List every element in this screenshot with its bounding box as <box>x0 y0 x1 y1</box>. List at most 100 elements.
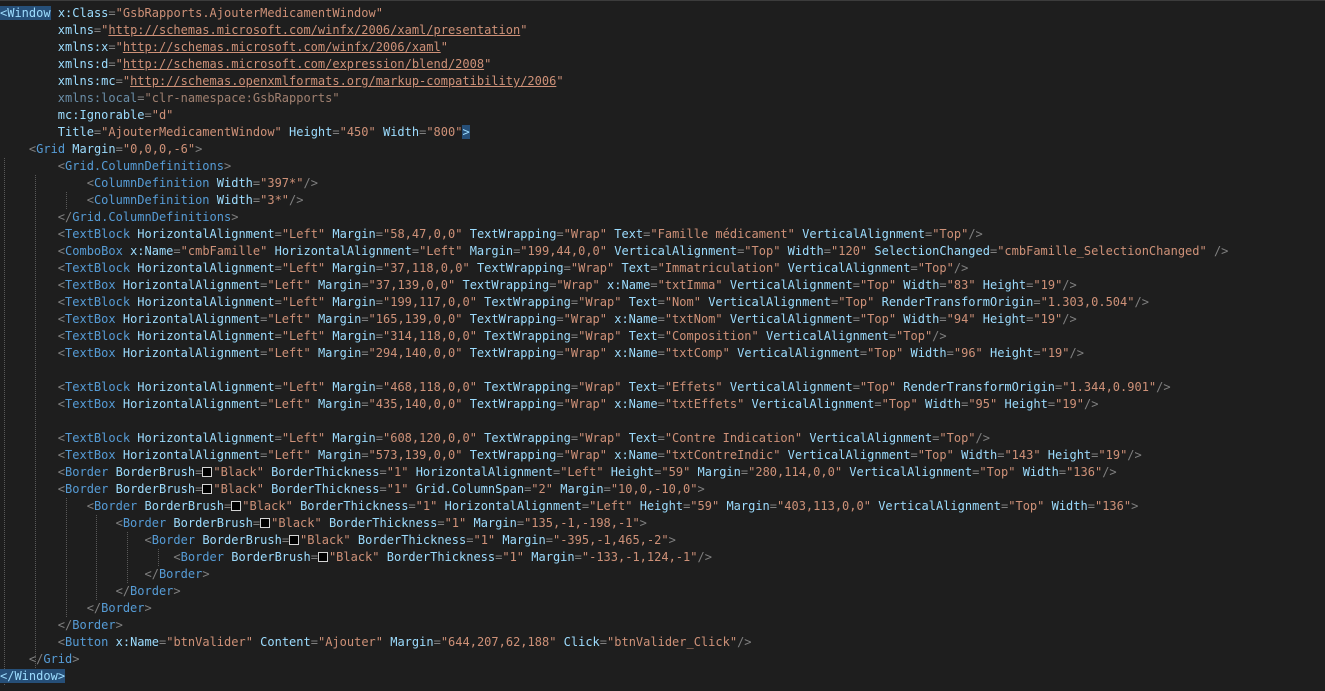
code-token: "Top" <box>939 431 976 445</box>
code-token: Border <box>93 499 138 513</box>
code-token: /> <box>968 227 983 241</box>
code-token: /> <box>932 329 947 343</box>
code-token: BorderBrush <box>231 550 311 564</box>
code-token: > <box>1131 499 1139 513</box>
code-token: Text <box>628 295 658 309</box>
code-token: = <box>910 448 918 462</box>
code-token: " <box>440 40 448 54</box>
code-token: > <box>57 669 66 683</box>
code-token: </ <box>86 601 102 615</box>
code-token: Margin <box>332 380 376 394</box>
code-token: HorizontalAlignment <box>122 397 261 411</box>
code-token: /> <box>303 176 318 190</box>
color-swatch-icon[interactable] <box>317 552 328 562</box>
code-token: "txtNom" <box>664 312 723 326</box>
code-token: TextWrapping <box>469 346 557 360</box>
code-token: "Contre Indication" <box>664 431 803 445</box>
code-line: Title="AjouterMedicamentWindow" Height="… <box>0 124 470 141</box>
code-token: BorderBrush <box>202 533 282 547</box>
code-token: > <box>72 652 80 666</box>
code-editor[interactable]: < Window x:Class = "GsbRapports.AjouterMedi… <box>0 0 1325 691</box>
code-token: < <box>57 380 66 394</box>
code-token: Text <box>628 380 658 394</box>
color-swatch-icon[interactable] <box>260 518 271 528</box>
code-token: Width <box>1022 465 1059 479</box>
code-token: "19" <box>1098 448 1128 462</box>
code-token: < <box>115 516 123 530</box>
code-token: /> <box>1134 295 1149 309</box>
color-swatch-icon[interactable] <box>231 501 242 511</box>
code-token: TextBlock <box>65 329 131 343</box>
code-token: TextBlock <box>65 380 131 394</box>
color-swatch-icon[interactable] <box>289 535 300 545</box>
code-line: xmlns:x="http://schemas.microsoft.com/wi… <box>0 39 448 56</box>
code-token: < <box>57 465 66 479</box>
code-token: VerticalAlignment <box>787 448 911 462</box>
code-token: Window <box>7 6 51 20</box>
code-token: "Black" <box>271 516 322 530</box>
code-token: "280,114,0,0" <box>748 465 843 479</box>
code-token: "txtImma" <box>657 278 723 292</box>
code-token: x:Name <box>607 278 651 292</box>
code-token: HorizontalAlignment <box>137 329 275 343</box>
code-token: Border <box>65 465 109 479</box>
code-token: "96" <box>953 346 983 360</box>
code-token: = <box>657 448 665 462</box>
code-token: Grid.ColumnDefinitions <box>72 210 232 224</box>
code-token: "19" <box>1033 312 1063 326</box>
code-token: </ <box>115 584 131 598</box>
code-token: = <box>108 57 116 71</box>
code-token: = <box>274 431 282 445</box>
code-token: "1.303,0.504" <box>1040 295 1135 309</box>
color-swatch-icon[interactable] <box>202 467 213 477</box>
code-token: " <box>115 57 123 71</box>
code-token: TextBlock <box>65 261 131 275</box>
code-token: "cmbFamille" <box>180 244 268 258</box>
code-token: = <box>433 635 441 649</box>
code-token: "Famille médicament" <box>650 227 795 241</box>
code-token: TextWrapping <box>462 278 550 292</box>
code-token: HorizontalAlignment <box>274 244 412 258</box>
code-token: HorizontalAlignment <box>444 499 582 513</box>
code-token: < <box>57 227 66 241</box>
code-token: VerticalAlignment <box>729 380 853 394</box>
code-token: < <box>173 550 181 564</box>
code-token: < <box>57 278 66 292</box>
color-swatch-icon[interactable] <box>202 484 213 494</box>
code-token: Window <box>14 669 58 683</box>
code-token: </ <box>0 669 15 683</box>
code-token: RenderTransformOrigin <box>903 380 1055 394</box>
code-token: Height <box>982 312 1027 326</box>
code-token: = <box>946 346 954 360</box>
code-token: TextWrapping <box>484 295 571 309</box>
code-token: </ <box>57 618 73 632</box>
code-token: < <box>57 329 66 343</box>
code-token: Margin <box>317 312 362 326</box>
code-token: "Black" <box>242 499 293 513</box>
code-token: = <box>556 346 564 360</box>
code-token: TextBox <box>65 278 116 292</box>
code-token: Text <box>628 329 658 343</box>
code-token: "Top" <box>867 346 904 360</box>
code-token: Margin <box>531 550 575 564</box>
code-token: "Wrap" <box>563 448 607 462</box>
code-token: TextBox <box>65 312 116 326</box>
